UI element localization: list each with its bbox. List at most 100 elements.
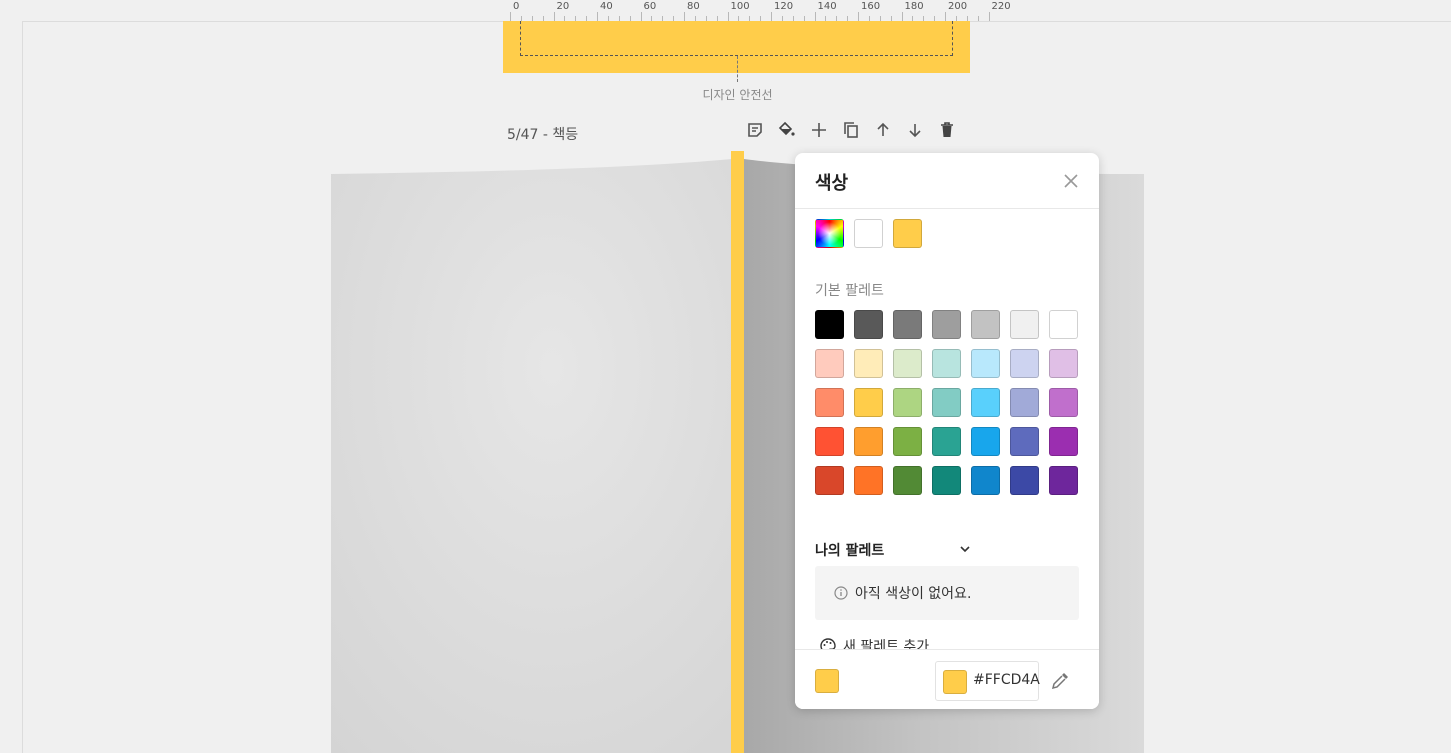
page-toolbar <box>743 117 959 143</box>
palette-swatch[interactable] <box>893 310 922 339</box>
palette-swatch[interactable] <box>971 466 1000 495</box>
ruler-major-tick <box>771 12 772 21</box>
palette-swatch[interactable] <box>854 310 883 339</box>
ruler-major-tick <box>684 12 685 21</box>
recent-colors <box>815 219 922 248</box>
basic-palette <box>815 310 1078 495</box>
add-palette-button[interactable]: 새 팔레트 추가 <box>819 636 929 650</box>
copy-icon <box>844 122 858 138</box>
palette-swatch[interactable] <box>971 388 1000 417</box>
add-page-button[interactable] <box>807 117 831 143</box>
my-palette-label: 나의 팔레트 <box>815 543 885 559</box>
palette-swatch[interactable] <box>971 349 1000 378</box>
ruler-major-tick <box>510 12 511 21</box>
paint-bucket-icon <box>778 121 795 136</box>
color-panel: 색상 기본 팔레트 나의 팔레트 아직 색상이 없어요. 새 팔레트 추가 #F… <box>795 153 1099 709</box>
palette-swatch[interactable] <box>1049 466 1078 495</box>
arrow-down-icon <box>909 124 921 138</box>
note-button[interactable] <box>743 117 767 143</box>
my-palette-empty-state: 아직 색상이 없어요. <box>815 566 1079 620</box>
palette-swatch[interactable] <box>854 466 883 495</box>
current-color-swatch <box>815 669 839 693</box>
ruler-label: 0 <box>513 1 520 12</box>
eyedropper-icon[interactable] <box>1051 670 1071 690</box>
palette-swatch[interactable] <box>1010 388 1039 417</box>
ruler-label: 60 <box>643 1 657 12</box>
ruler-major-tick <box>597 12 598 21</box>
palette-swatch[interactable] <box>893 388 922 417</box>
palette-swatch[interactable] <box>893 349 922 378</box>
safe-line-label: 디자인 안전선 <box>702 88 773 102</box>
close-icon[interactable] <box>1061 171 1081 191</box>
add-palette-label: 새 팔레트 추가 <box>843 639 930 650</box>
hex-value: #FFCD4A <box>973 672 1040 688</box>
palette-swatch[interactable] <box>893 427 922 456</box>
palette-swatch[interactable] <box>932 349 961 378</box>
ruler-label: 160 <box>861 1 881 12</box>
ruler-label: 40 <box>600 1 613 12</box>
palette-swatch[interactable] <box>815 427 844 456</box>
page-label: 5/47 - 책등 <box>507 127 579 143</box>
editor-canvas: 0 20 40 60 80 100 120 140 160 180 200 220 디자인 안전선 5… <box>0 0 1451 753</box>
ruler-major-tick <box>988 12 990 21</box>
color-panel-body: 기본 팔레트 나의 팔레트 아직 색상이 없어요. 새 팔레트 추가 <box>795 210 1099 650</box>
ruler-major-tick <box>858 12 859 21</box>
plus-icon <box>812 123 826 137</box>
palette-swatch[interactable] <box>1010 310 1039 339</box>
ruler-major-tick <box>727 12 729 21</box>
palette-swatch[interactable] <box>932 427 961 456</box>
palette-swatch[interactable] <box>854 427 883 456</box>
recent-color-swatch[interactable] <box>854 219 883 248</box>
palette-swatch[interactable] <box>1010 427 1039 456</box>
palette-swatch[interactable] <box>1049 310 1078 339</box>
duplicate-button[interactable] <box>839 117 863 143</box>
palette-swatch[interactable] <box>971 427 1000 456</box>
palette-swatch[interactable] <box>932 388 961 417</box>
palette-swatch[interactable] <box>854 388 883 417</box>
fill-color-button[interactable] <box>775 117 799 143</box>
palette-swatch[interactable] <box>971 310 1000 339</box>
ruler-label: 200 <box>948 1 968 12</box>
note-icon <box>748 123 762 137</box>
book-spine[interactable] <box>731 151 744 753</box>
palette-swatch[interactable] <box>932 310 961 339</box>
basic-palette-label: 기본 팔레트 <box>815 283 884 299</box>
ruler-major-tick <box>901 12 903 21</box>
custom-color-picker-button[interactable] <box>815 219 844 248</box>
ruler-label: 120 <box>774 1 794 12</box>
color-panel-footer: #FFCD4A <box>795 649 1099 709</box>
palette-swatch[interactable] <box>932 466 961 495</box>
move-up-button[interactable] <box>871 117 895 143</box>
trash-icon <box>941 122 953 137</box>
hex-color-swatch <box>943 670 967 694</box>
empty-message: 아직 색상이 없어요. <box>855 586 972 602</box>
hex-input[interactable]: #FFCD4A <box>935 661 1040 701</box>
my-palette-toggle[interactable]: 나의 팔레트 <box>815 538 1079 562</box>
ruler-major-tick <box>814 12 816 21</box>
color-panel-title: 색상 <box>815 173 849 194</box>
ruler-label: 100 <box>730 1 750 12</box>
ruler-label: 80 <box>687 1 700 12</box>
ruler-major-tick <box>945 12 946 21</box>
palette-swatch[interactable] <box>815 388 844 417</box>
chevron-down-icon <box>960 546 970 553</box>
ruler-label: 180 <box>904 1 924 12</box>
palette-swatch[interactable] <box>1049 349 1078 378</box>
palette-swatch[interactable] <box>893 466 922 495</box>
palette-swatch[interactable] <box>815 466 844 495</box>
ruler-label: 220 <box>991 1 1011 12</box>
palette-swatch[interactable] <box>854 349 883 378</box>
color-panel-header: 색상 <box>795 153 1099 209</box>
book-left-page <box>331 159 732 753</box>
recent-color-swatch[interactable] <box>893 219 922 248</box>
arrow-up-icon <box>877 122 889 136</box>
move-down-button[interactable] <box>903 117 927 143</box>
palette-swatch[interactable] <box>815 349 844 378</box>
safe-line-connector <box>737 56 738 82</box>
delete-button[interactable] <box>935 117 959 143</box>
palette-swatch[interactable] <box>1010 349 1039 378</box>
palette-swatch[interactable] <box>1010 466 1039 495</box>
palette-swatch[interactable] <box>815 310 844 339</box>
palette-swatch[interactable] <box>1049 427 1078 456</box>
palette-swatch[interactable] <box>1049 388 1078 417</box>
